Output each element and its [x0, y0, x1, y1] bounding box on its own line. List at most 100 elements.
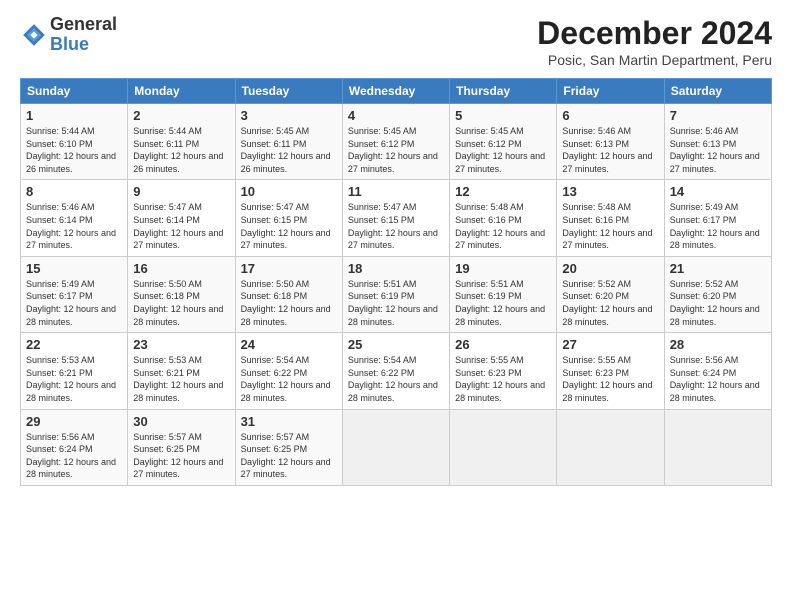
day-number: 6: [562, 108, 658, 123]
table-row: 26 Sunrise: 5:55 AM Sunset: 6:23 PM Dayl…: [450, 333, 557, 409]
day-info: Sunrise: 5:54 AM Sunset: 6:22 PM Dayligh…: [241, 354, 337, 404]
day-number: 20: [562, 261, 658, 276]
header: General Blue December 2024 Posic, San Ma…: [20, 15, 772, 68]
day-number: 23: [133, 337, 229, 352]
day-number: 16: [133, 261, 229, 276]
day-info: Sunrise: 5:46 AM Sunset: 6:13 PM Dayligh…: [562, 125, 658, 175]
day-number: 26: [455, 337, 551, 352]
day-number: 27: [562, 337, 658, 352]
logo-general: General: [50, 14, 117, 34]
table-row: 30 Sunrise: 5:57 AM Sunset: 6:25 PM Dayl…: [128, 409, 235, 485]
day-info: Sunrise: 5:48 AM Sunset: 6:16 PM Dayligh…: [455, 201, 551, 251]
day-info: Sunrise: 5:48 AM Sunset: 6:16 PM Dayligh…: [562, 201, 658, 251]
table-row: 31 Sunrise: 5:57 AM Sunset: 6:25 PM Dayl…: [235, 409, 342, 485]
day-number: 13: [562, 184, 658, 199]
table-row: 23 Sunrise: 5:53 AM Sunset: 6:21 PM Dayl…: [128, 333, 235, 409]
day-number: 9: [133, 184, 229, 199]
day-info: Sunrise: 5:51 AM Sunset: 6:19 PM Dayligh…: [455, 278, 551, 328]
table-row: 1 Sunrise: 5:44 AM Sunset: 6:10 PM Dayli…: [21, 104, 128, 180]
day-info: Sunrise: 5:56 AM Sunset: 6:24 PM Dayligh…: [26, 431, 122, 481]
table-row: 9 Sunrise: 5:47 AM Sunset: 6:14 PM Dayli…: [128, 180, 235, 256]
table-row: 2 Sunrise: 5:44 AM Sunset: 6:11 PM Dayli…: [128, 104, 235, 180]
day-number: 8: [26, 184, 122, 199]
day-info: Sunrise: 5:47 AM Sunset: 6:14 PM Dayligh…: [133, 201, 229, 251]
table-row: 16 Sunrise: 5:50 AM Sunset: 6:18 PM Dayl…: [128, 256, 235, 332]
table-row: 4 Sunrise: 5:45 AM Sunset: 6:12 PM Dayli…: [342, 104, 449, 180]
day-number: 7: [670, 108, 766, 123]
day-info: Sunrise: 5:55 AM Sunset: 6:23 PM Dayligh…: [562, 354, 658, 404]
header-saturday: Saturday: [664, 79, 771, 104]
day-number: 22: [26, 337, 122, 352]
calendar-week-row: 8 Sunrise: 5:46 AM Sunset: 6:14 PM Dayli…: [21, 180, 772, 256]
table-row: 13 Sunrise: 5:48 AM Sunset: 6:16 PM Dayl…: [557, 180, 664, 256]
header-sunday: Sunday: [21, 79, 128, 104]
table-row: 21 Sunrise: 5:52 AM Sunset: 6:20 PM Dayl…: [664, 256, 771, 332]
day-info: Sunrise: 5:44 AM Sunset: 6:10 PM Dayligh…: [26, 125, 122, 175]
table-row: 8 Sunrise: 5:46 AM Sunset: 6:14 PM Dayli…: [21, 180, 128, 256]
table-row: [342, 409, 449, 485]
day-info: Sunrise: 5:57 AM Sunset: 6:25 PM Dayligh…: [241, 431, 337, 481]
table-row: 15 Sunrise: 5:49 AM Sunset: 6:17 PM Dayl…: [21, 256, 128, 332]
table-row: 7 Sunrise: 5:46 AM Sunset: 6:13 PM Dayli…: [664, 104, 771, 180]
header-monday: Monday: [128, 79, 235, 104]
table-row: 28 Sunrise: 5:56 AM Sunset: 6:24 PM Dayl…: [664, 333, 771, 409]
day-number: 15: [26, 261, 122, 276]
general-blue-icon: [22, 23, 46, 47]
calendar-week-row: 1 Sunrise: 5:44 AM Sunset: 6:10 PM Dayli…: [21, 104, 772, 180]
day-info: Sunrise: 5:45 AM Sunset: 6:11 PM Dayligh…: [241, 125, 337, 175]
calendar-table: Sunday Monday Tuesday Wednesday Thursday…: [20, 78, 772, 486]
day-info: Sunrise: 5:53 AM Sunset: 6:21 PM Dayligh…: [26, 354, 122, 404]
day-info: Sunrise: 5:50 AM Sunset: 6:18 PM Dayligh…: [241, 278, 337, 328]
day-info: Sunrise: 5:54 AM Sunset: 6:22 PM Dayligh…: [348, 354, 444, 404]
day-number: 17: [241, 261, 337, 276]
location-title: Posic, San Martin Department, Peru: [537, 52, 772, 68]
calendar-week-row: 22 Sunrise: 5:53 AM Sunset: 6:21 PM Dayl…: [21, 333, 772, 409]
table-row: 18 Sunrise: 5:51 AM Sunset: 6:19 PM Dayl…: [342, 256, 449, 332]
table-row: [664, 409, 771, 485]
day-number: 1: [26, 108, 122, 123]
table-row: 20 Sunrise: 5:52 AM Sunset: 6:20 PM Dayl…: [557, 256, 664, 332]
day-info: Sunrise: 5:46 AM Sunset: 6:13 PM Dayligh…: [670, 125, 766, 175]
month-title: December 2024: [537, 15, 772, 52]
table-row: 10 Sunrise: 5:47 AM Sunset: 6:15 PM Dayl…: [235, 180, 342, 256]
day-number: 30: [133, 414, 229, 429]
day-info: Sunrise: 5:49 AM Sunset: 6:17 PM Dayligh…: [670, 201, 766, 251]
day-number: 3: [241, 108, 337, 123]
day-number: 5: [455, 108, 551, 123]
calendar-week-row: 29 Sunrise: 5:56 AM Sunset: 6:24 PM Dayl…: [21, 409, 772, 485]
title-section: December 2024 Posic, San Martin Departme…: [537, 15, 772, 68]
day-info: Sunrise: 5:44 AM Sunset: 6:11 PM Dayligh…: [133, 125, 229, 175]
table-row: 6 Sunrise: 5:46 AM Sunset: 6:13 PM Dayli…: [557, 104, 664, 180]
day-info: Sunrise: 5:50 AM Sunset: 6:18 PM Dayligh…: [133, 278, 229, 328]
day-number: 14: [670, 184, 766, 199]
header-wednesday: Wednesday: [342, 79, 449, 104]
table-row: 27 Sunrise: 5:55 AM Sunset: 6:23 PM Dayl…: [557, 333, 664, 409]
day-info: Sunrise: 5:57 AM Sunset: 6:25 PM Dayligh…: [133, 431, 229, 481]
table-row: 29 Sunrise: 5:56 AM Sunset: 6:24 PM Dayl…: [21, 409, 128, 485]
day-info: Sunrise: 5:46 AM Sunset: 6:14 PM Dayligh…: [26, 201, 122, 251]
day-number: 28: [670, 337, 766, 352]
logo: General Blue: [20, 15, 117, 55]
day-number: 12: [455, 184, 551, 199]
table-row: 3 Sunrise: 5:45 AM Sunset: 6:11 PM Dayli…: [235, 104, 342, 180]
day-number: 25: [348, 337, 444, 352]
day-info: Sunrise: 5:55 AM Sunset: 6:23 PM Dayligh…: [455, 354, 551, 404]
page: General Blue December 2024 Posic, San Ma…: [0, 0, 792, 612]
day-number: 21: [670, 261, 766, 276]
day-number: 31: [241, 414, 337, 429]
calendar-header-row: Sunday Monday Tuesday Wednesday Thursday…: [21, 79, 772, 104]
day-info: Sunrise: 5:53 AM Sunset: 6:21 PM Dayligh…: [133, 354, 229, 404]
day-info: Sunrise: 5:47 AM Sunset: 6:15 PM Dayligh…: [241, 201, 337, 251]
table-row: 25 Sunrise: 5:54 AM Sunset: 6:22 PM Dayl…: [342, 333, 449, 409]
day-number: 10: [241, 184, 337, 199]
table-row: [450, 409, 557, 485]
day-info: Sunrise: 5:52 AM Sunset: 6:20 PM Dayligh…: [670, 278, 766, 328]
day-number: 4: [348, 108, 444, 123]
table-row: [557, 409, 664, 485]
day-info: Sunrise: 5:56 AM Sunset: 6:24 PM Dayligh…: [670, 354, 766, 404]
table-row: 22 Sunrise: 5:53 AM Sunset: 6:21 PM Dayl…: [21, 333, 128, 409]
day-info: Sunrise: 5:47 AM Sunset: 6:15 PM Dayligh…: [348, 201, 444, 251]
header-tuesday: Tuesday: [235, 79, 342, 104]
table-row: 14 Sunrise: 5:49 AM Sunset: 6:17 PM Dayl…: [664, 180, 771, 256]
day-info: Sunrise: 5:45 AM Sunset: 6:12 PM Dayligh…: [455, 125, 551, 175]
